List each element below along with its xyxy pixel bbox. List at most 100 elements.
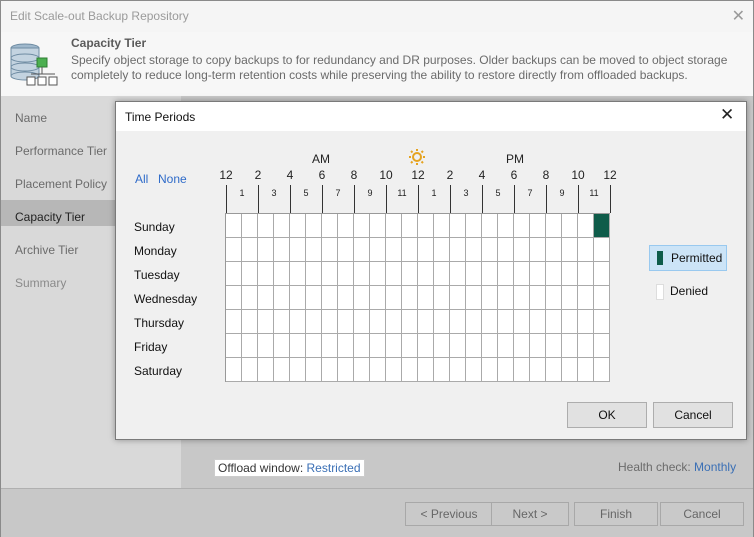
step-capacity-tier[interactable]: Capacity Tier — [15, 210, 85, 224]
schedule-cell[interactable] — [370, 286, 386, 310]
schedule-cell[interactable] — [514, 358, 530, 382]
select-none-link[interactable]: None — [158, 172, 187, 186]
day-label[interactable]: Sunday — [134, 220, 175, 234]
schedule-cell[interactable] — [514, 310, 530, 334]
health-check-link[interactable]: Monthly — [694, 460, 736, 474]
step-summary[interactable]: Summary — [15, 276, 66, 290]
schedule-cell[interactable] — [322, 238, 338, 262]
schedule-cell[interactable] — [418, 262, 434, 286]
schedule-cell[interactable] — [258, 286, 274, 310]
hour-label[interactable]: 9 — [555, 188, 569, 198]
hour-label[interactable]: 4 — [472, 168, 492, 182]
schedule-cell[interactable] — [434, 238, 450, 262]
schedule-cell[interactable] — [226, 286, 242, 310]
day-label[interactable]: Thursday — [134, 316, 184, 330]
schedule-cell[interactable] — [482, 286, 498, 310]
hour-label[interactable]: 5 — [299, 188, 313, 198]
hour-label[interactable]: 7 — [331, 188, 345, 198]
hour-label[interactable]: 3 — [459, 188, 473, 198]
schedule-cell[interactable] — [274, 262, 290, 286]
schedule-cell[interactable] — [354, 262, 370, 286]
hour-label[interactable]: 2 — [440, 168, 460, 182]
schedule-cell[interactable] — [466, 238, 482, 262]
schedule-cell[interactable] — [466, 358, 482, 382]
schedule-cell[interactable] — [450, 310, 466, 334]
step-archive-tier[interactable]: Archive Tier — [15, 243, 78, 257]
hour-label[interactable]: 3 — [267, 188, 281, 198]
schedule-cell[interactable] — [498, 262, 514, 286]
schedule-cell[interactable] — [386, 214, 402, 238]
schedule-cell[interactable] — [594, 286, 610, 310]
hour-label[interactable]: 12 — [216, 168, 236, 182]
schedule-cell[interactable] — [354, 358, 370, 382]
hour-label[interactable]: 12 — [600, 168, 620, 182]
schedule-cell[interactable] — [466, 262, 482, 286]
schedule-cell[interactable] — [338, 334, 354, 358]
previous-button[interactable]: < Previous — [405, 502, 493, 526]
schedule-cell[interactable] — [594, 214, 610, 238]
schedule-cell[interactable] — [354, 238, 370, 262]
schedule-cell[interactable] — [546, 262, 562, 286]
schedule-cell[interactable] — [466, 310, 482, 334]
schedule-cell[interactable] — [482, 238, 498, 262]
next-button[interactable]: Next > — [491, 502, 569, 526]
schedule-cell[interactable] — [338, 358, 354, 382]
schedule-cell[interactable] — [546, 334, 562, 358]
schedule-cell[interactable] — [434, 214, 450, 238]
schedule-cell[interactable] — [418, 238, 434, 262]
hour-label[interactable]: 10 — [376, 168, 396, 182]
schedule-cell[interactable] — [290, 214, 306, 238]
hour-label[interactable]: 4 — [280, 168, 300, 182]
schedule-cell[interactable] — [594, 310, 610, 334]
schedule-cell[interactable] — [258, 238, 274, 262]
schedule-cell[interactable] — [402, 358, 418, 382]
schedule-cell[interactable] — [482, 358, 498, 382]
schedule-cell[interactable] — [562, 214, 578, 238]
schedule-cell[interactable] — [578, 238, 594, 262]
schedule-cell[interactable] — [562, 310, 578, 334]
hour-label[interactable]: 6 — [504, 168, 524, 182]
schedule-cell[interactable] — [578, 310, 594, 334]
schedule-cell[interactable] — [322, 214, 338, 238]
schedule-cell[interactable] — [402, 334, 418, 358]
schedule-cell[interactable] — [450, 286, 466, 310]
schedule-cell[interactable] — [370, 262, 386, 286]
schedule-cell[interactable] — [450, 238, 466, 262]
schedule-cell[interactable] — [418, 214, 434, 238]
schedule-cell[interactable] — [370, 334, 386, 358]
schedule-cell[interactable] — [402, 310, 418, 334]
hour-label[interactable]: 9 — [363, 188, 377, 198]
ok-button[interactable]: OK — [567, 402, 647, 428]
schedule-cell[interactable] — [386, 310, 402, 334]
schedule-cell[interactable] — [274, 214, 290, 238]
schedule-cell[interactable] — [386, 262, 402, 286]
schedule-cell[interactable] — [450, 262, 466, 286]
schedule-cell[interactable] — [418, 310, 434, 334]
day-label[interactable]: Wednesday — [134, 292, 197, 306]
schedule-cell[interactable] — [290, 238, 306, 262]
day-label[interactable]: Friday — [134, 340, 167, 354]
schedule-cell[interactable] — [242, 238, 258, 262]
schedule-cell[interactable] — [514, 334, 530, 358]
schedule-cell[interactable] — [530, 262, 546, 286]
day-label[interactable]: Monday — [134, 244, 177, 258]
hour-label[interactable]: 2 — [248, 168, 268, 182]
schedule-cell[interactable] — [514, 238, 530, 262]
schedule-cell[interactable] — [338, 286, 354, 310]
schedule-cell[interactable] — [498, 358, 514, 382]
schedule-cell[interactable] — [498, 334, 514, 358]
hour-label[interactable]: 5 — [491, 188, 505, 198]
schedule-cell[interactable] — [482, 214, 498, 238]
schedule-cell[interactable] — [434, 286, 450, 310]
hour-label[interactable]: 10 — [568, 168, 588, 182]
hour-label[interactable]: 12 — [408, 168, 428, 182]
schedule-cell[interactable] — [322, 310, 338, 334]
schedule-cell[interactable] — [386, 286, 402, 310]
schedule-cell[interactable] — [290, 286, 306, 310]
schedule-cell[interactable] — [498, 238, 514, 262]
schedule-cell[interactable] — [306, 310, 322, 334]
schedule-cell[interactable] — [514, 262, 530, 286]
select-all-link[interactable]: All — [135, 172, 148, 186]
schedule-cell[interactable] — [418, 334, 434, 358]
schedule-cell[interactable] — [546, 286, 562, 310]
